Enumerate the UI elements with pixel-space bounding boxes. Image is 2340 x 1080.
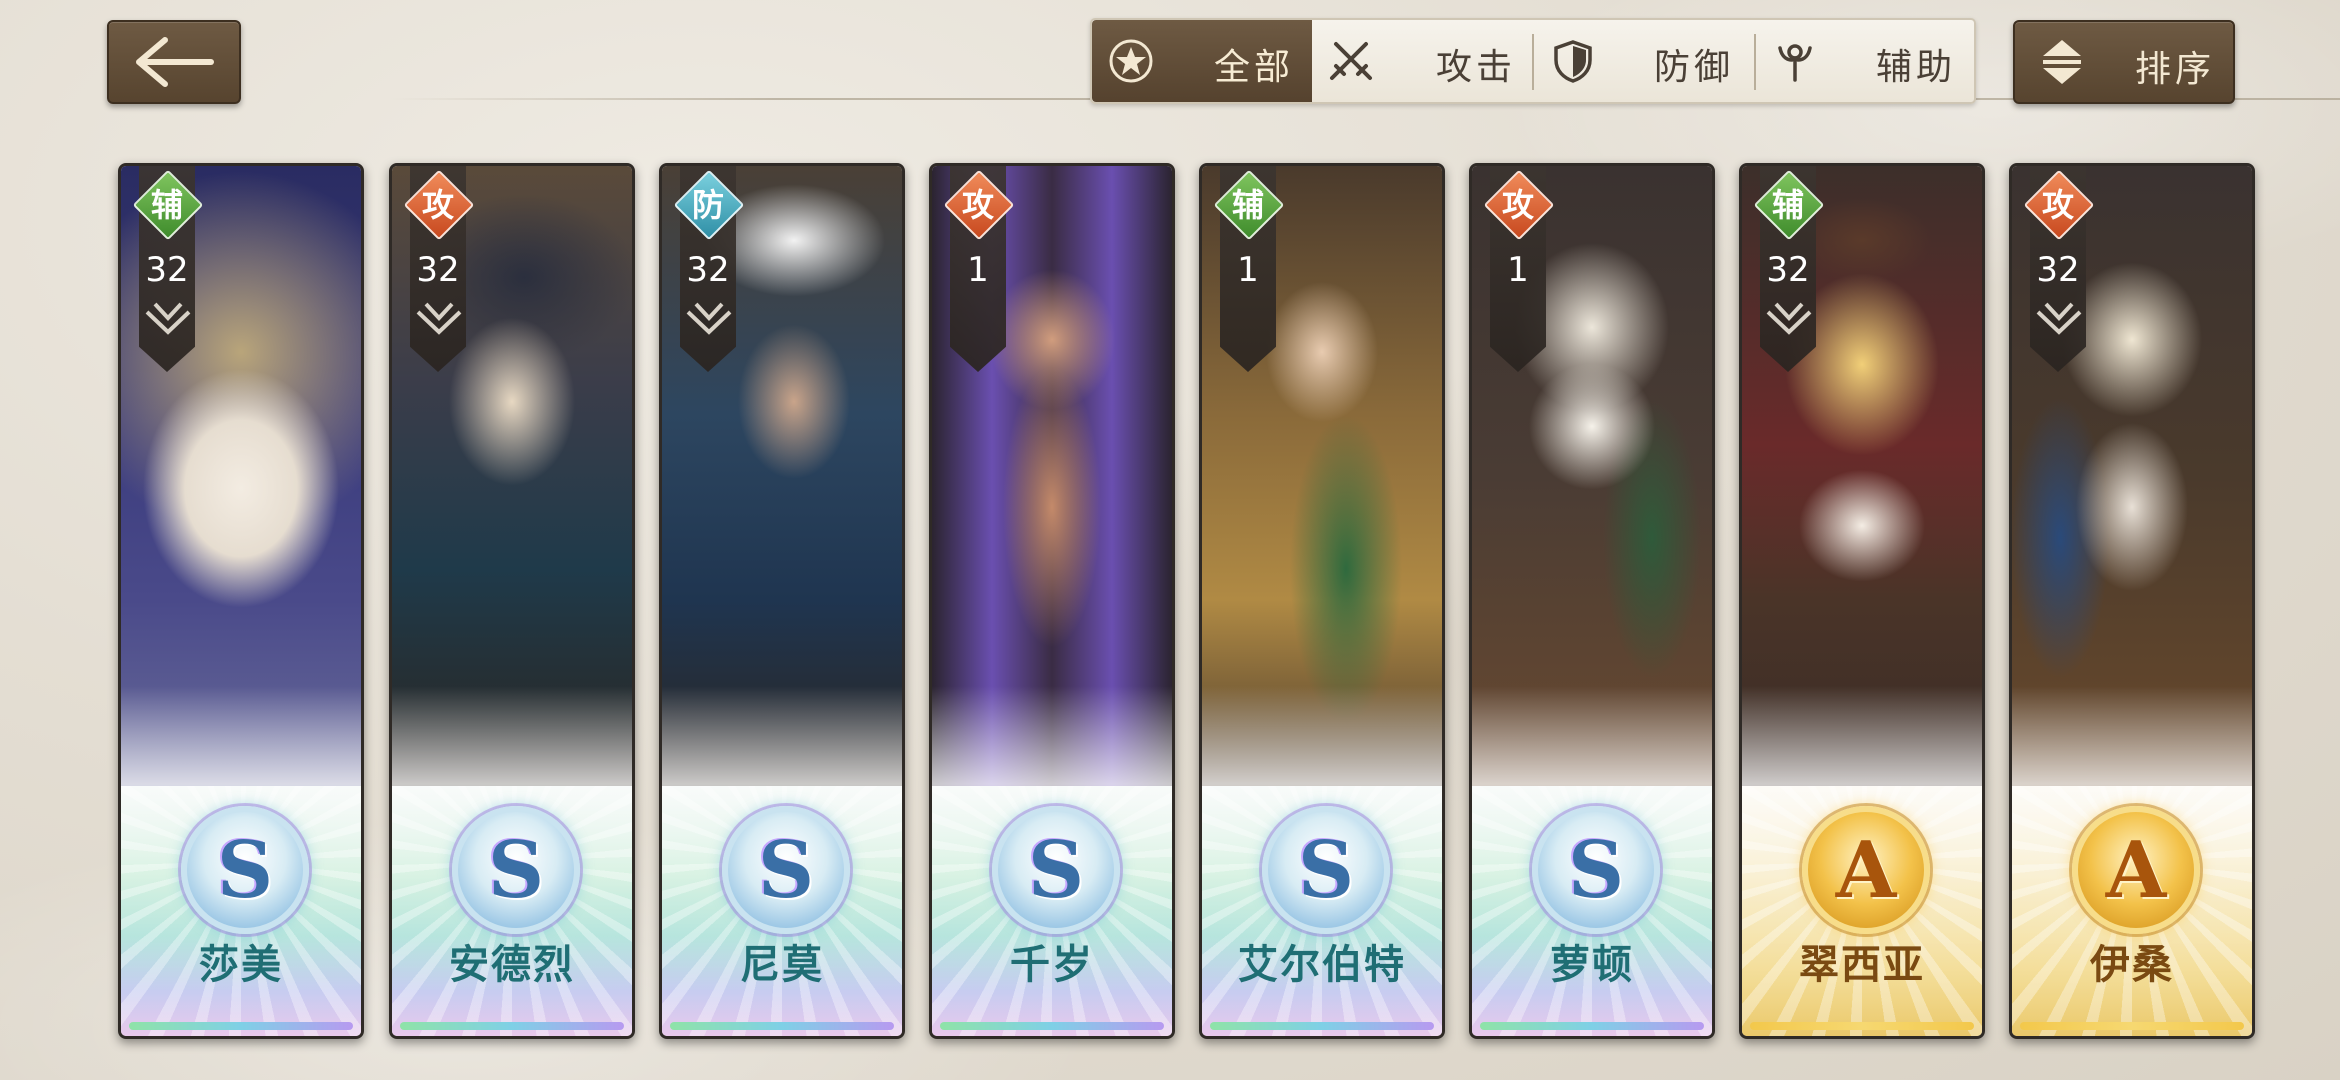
- staff-icon: [1778, 44, 1812, 82]
- tab-attack[interactable]: 攻击: [1312, 20, 1532, 102]
- level-label: 1: [1507, 250, 1529, 290]
- rank-s-badge: S: [452, 806, 580, 934]
- star-rank-icon: [145, 302, 191, 335]
- role-label: 攻: [421, 186, 454, 224]
- card-bottom-bar: [400, 1022, 624, 1030]
- level-label: 1: [967, 250, 989, 290]
- character-card[interactable]: 攻 1 S 萝顿: [1469, 163, 1715, 1039]
- tab-support[interactable]: 辅助: [1756, 20, 1972, 102]
- role-label: 辅: [1771, 186, 1804, 224]
- card-bottom-bar: [1750, 1022, 1974, 1030]
- character-name: 伊桑: [2090, 941, 2174, 988]
- rank-s-badge: S: [1532, 806, 1660, 934]
- rank-s-badge: S: [722, 806, 850, 934]
- role-label: 攻: [1501, 186, 1534, 224]
- character-card[interactable]: 辅 1 S 艾尔伯特: [1199, 163, 1445, 1039]
- character-name: 千岁: [1010, 941, 1094, 988]
- rank-letter: S: [1567, 824, 1625, 916]
- star-rank-icon: [686, 302, 732, 335]
- sort-label: 排序: [2135, 49, 2216, 90]
- role-badge: 攻: [403, 169, 475, 241]
- rank-s-badge: S: [181, 806, 309, 934]
- character-name: 萝顿: [1550, 941, 1634, 988]
- rank-a-badge: A: [2072, 806, 2200, 934]
- card-bottom-bar: [1480, 1022, 1704, 1030]
- back-button[interactable]: [107, 20, 241, 104]
- card-bottom-bar: [1210, 1022, 1434, 1030]
- role-label: 辅: [150, 186, 183, 224]
- character-name: 翠西亚: [1799, 941, 1925, 988]
- level-label: 32: [416, 250, 460, 290]
- rank-letter: S: [1297, 824, 1355, 916]
- level-label: 32: [2036, 250, 2080, 290]
- rank-letter: S: [1027, 824, 1085, 916]
- level-label: 32: [686, 250, 730, 290]
- card-bottom-bar: [940, 1022, 1164, 1030]
- tab-support-label: 辅助: [1876, 47, 1957, 88]
- star-circle-icon: [1109, 39, 1153, 83]
- character-card[interactable]: 防 32 S 尼莫: [659, 163, 905, 1039]
- character-card[interactable]: 攻 1 S 千岁: [929, 163, 1175, 1039]
- back-arrow-icon: [136, 37, 214, 87]
- character-card[interactable]: 攻 32 S 安德烈: [389, 163, 635, 1039]
- role-badge: 辅: [1753, 169, 1825, 241]
- character-name: 艾尔伯特: [1238, 941, 1406, 988]
- character-card[interactable]: 攻 32 A 伊桑: [2009, 163, 2255, 1039]
- rank-letter: S: [757, 824, 815, 916]
- crossed-swords-icon: [1330, 42, 1372, 80]
- role-badge: 攻: [943, 169, 1015, 241]
- role-badge: 辅: [132, 169, 204, 241]
- rank-letter: S: [487, 824, 545, 916]
- sort-arrows-icon: [2043, 40, 2081, 84]
- rank-letter: S: [216, 824, 274, 916]
- star-rank-icon: [416, 302, 462, 335]
- rank-s-badge: S: [1262, 806, 1390, 934]
- tab-defense[interactable]: 防御: [1534, 20, 1754, 102]
- level-label: 32: [1766, 250, 1810, 290]
- shield-icon: [1554, 40, 1592, 83]
- level-label: 1: [1237, 250, 1259, 290]
- tab-all[interactable]: 全部: [1092, 20, 1312, 102]
- star-rank-icon: [1766, 302, 1812, 335]
- role-badge: 攻: [1483, 169, 1555, 241]
- character-name: 尼莫: [740, 941, 824, 988]
- rank-letter: A: [2105, 824, 2167, 916]
- role-label: 攻: [2041, 186, 2074, 224]
- rank-letter: A: [1835, 824, 1897, 916]
- tab-attack-label: 攻击: [1436, 47, 1517, 88]
- role-label: 辅: [1231, 186, 1264, 224]
- rank-s-badge: S: [992, 806, 1120, 934]
- sort-button[interactable]: 排序: [2013, 20, 2235, 104]
- card-bottom-bar: [2020, 1022, 2244, 1030]
- level-label: 32: [145, 250, 189, 290]
- role-label: 攻: [961, 186, 994, 224]
- tab-defense-label: 防御: [1654, 47, 1735, 88]
- role-badge: 攻: [2023, 169, 2095, 241]
- role-badge: 辅: [1213, 169, 1285, 241]
- character-name: 莎美: [199, 941, 283, 988]
- card-bottom-bar: [670, 1022, 894, 1030]
- character-name: 安德烈: [449, 941, 575, 988]
- role-label: 防: [691, 186, 724, 224]
- card-bottom-bar: [129, 1022, 353, 1030]
- tab-all-label: 全部: [1214, 47, 1295, 88]
- character-card[interactable]: 辅 32 A 翠西亚: [1739, 163, 1985, 1039]
- rank-a-badge: A: [1802, 806, 1930, 934]
- character-card[interactable]: 辅 32 S 莎美: [118, 163, 364, 1039]
- star-rank-icon: [2036, 302, 2082, 335]
- role-filter-bar: 全部 攻击 防御 辅助: [1090, 18, 1976, 104]
- role-badge: 防: [673, 169, 745, 241]
